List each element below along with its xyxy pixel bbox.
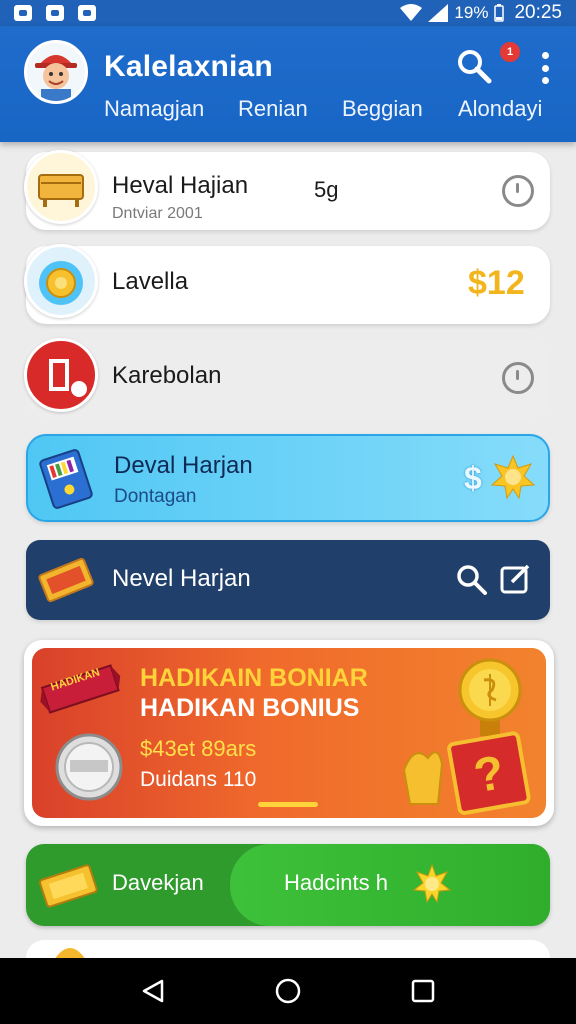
promo-progress-indicator [258,802,318,807]
clock-icon [502,362,534,394]
ticket-icon [38,557,94,603]
tab-alondayi[interactable]: Alondayi [458,96,542,122]
coin-value: $12 [468,264,525,302]
gold-bar-icon [39,864,98,908]
tab-namagjan[interactable]: Namagjan [104,96,204,122]
notification-app-icon [14,5,32,21]
recents-icon [411,979,434,1003]
recents-button[interactable] [403,971,443,1011]
overflow-menu-button[interactable] [532,50,558,86]
item-thumbnail [24,338,98,412]
battery-percent: 19% [454,3,489,22]
door-icon [49,359,87,397]
photo-app-icon [78,5,96,21]
item-title: Lavella [112,268,189,295]
bonus-promo-banner[interactable]: HADIKAN HADIKAIN BONIAR HADIKAN BONIUS $… [24,640,554,826]
app-title: Kalelaxnian [104,50,273,83]
app-header: Kalelaxnian 1 Namagjan Renian Beggian Al… [0,26,576,142]
coin-badge-icon [55,733,123,801]
promo-subheading: HADIKAN BONIUS [140,694,360,722]
tab-bar: Namagjan Renian Beggian Alondayi [0,96,576,136]
coin-value: $ [464,460,482,496]
avatar-character-icon [27,43,85,101]
system-navigation-bar [0,958,576,1024]
tab-beggian[interactable]: Beggian [342,96,423,122]
notification-badge[interactable]: 1 [500,42,520,62]
sun-badge-icon [412,864,452,904]
wifi-icon [400,4,423,21]
sun-badge-icon [490,454,536,500]
item-thumbnail [24,244,98,318]
item-title: Heval Hajian [112,172,249,199]
green-highlight [230,844,550,926]
clock-time: 20:25 [514,2,562,23]
green-action-card[interactable]: Davekjan Hadcints h [26,844,550,926]
home-icon [275,978,301,1004]
back-button[interactable] [133,971,173,1011]
back-icon [143,979,164,1003]
item-subtitle: Dontagan [114,486,197,507]
item-title: Karebolan [112,362,222,389]
search-button[interactable] [456,48,492,84]
signal-icon [428,4,449,22]
avatar[interactable] [24,40,88,104]
item-title: Deval Harjan [114,452,253,479]
status-bar: 19% 20:25 [0,0,576,26]
promo-background: HADIKAN HADIKAIN BONIAR HADIKAN BONIUS $… [32,648,546,818]
list-item-deval-harjan[interactable]: Deval Harjan Dontagan $ [26,434,550,522]
medal-icon [39,261,83,305]
item-value: 5g [314,177,339,202]
search-icon[interactable] [456,564,488,596]
list-item-nevel-harjan[interactable]: Nevel Harjan [26,540,550,620]
search-icon [458,50,492,84]
message-app-icon [46,5,64,21]
promo-heading: HADIKAIN BONIAR [140,664,368,692]
green-right-label: Hadcints h [284,870,388,895]
tab-renian[interactable]: Renian [238,96,308,122]
green-left-label: Davekjan [112,870,204,895]
list-item-karebolan[interactable]: Karebolan [24,338,550,418]
clock-icon [502,175,534,207]
item-title: Nevel Harjan [112,565,251,592]
item-thumbnail [24,150,98,224]
mystery-box-icon: ? [402,731,531,815]
item-subtitle: Dntviar 2001 [112,205,203,222]
promo-amount: $43et 89ars [140,736,257,761]
promo-label: Duidans 110 [140,768,257,791]
game-card-icon [39,449,93,509]
menu-dot-icon [541,52,549,59]
edit-icon[interactable] [500,564,530,594]
list-item-heval-hajian[interactable]: Heval Hajian Dntviar 2001 5g [24,150,550,230]
battery-icon [494,4,505,22]
menu-dot-icon [541,64,549,72]
home-button[interactable] [268,971,308,1011]
treasure-chest-icon [38,174,84,207]
menu-dot-icon [541,77,549,84]
list-item-lavella[interactable]: Lavella $12 [24,244,550,324]
